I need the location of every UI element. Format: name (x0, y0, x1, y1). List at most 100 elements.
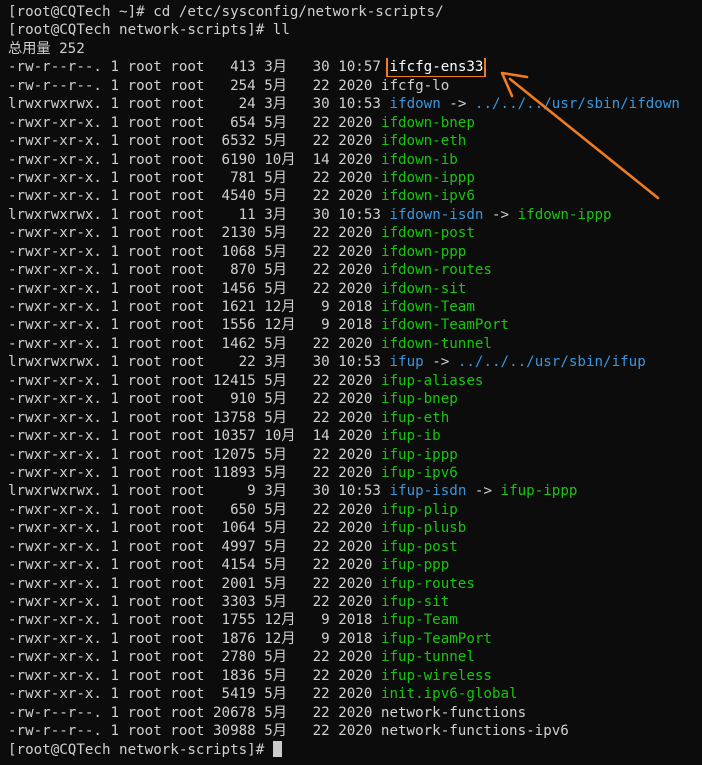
executable-filename: ifdown-Team (380, 299, 475, 315)
terminal-text: -rwxr-xr-x. 1 root root 910 5月 22 2020 (8, 391, 381, 408)
executable-filename: ifup-bnep (380, 391, 458, 408)
executable-filename: ifdown-tunnel (380, 335, 492, 352)
terminal-text: lrwxrwxrwx. 1 root root 22 3月 30 10:53 (8, 354, 390, 371)
executable-filename: ifup-TeamPort (380, 630, 492, 647)
executable-filename: ifdown-ib (380, 151, 458, 168)
executable-filename: ifdown-post (380, 225, 475, 242)
terminal-line: -rwxr-xr-x. 1 root root 4540 5月 22 2020 … (8, 187, 702, 205)
executable-filename: ifup-Team (380, 612, 458, 629)
executable-filename: ifup-tunnel (380, 649, 475, 666)
terminal-line: -rwxr-xr-x. 1 root root 1068 5月 22 2020 … (8, 243, 702, 261)
symlink-filename: ifdown-isdn (389, 206, 484, 223)
terminal-text: -rw-r--r--. 1 root root 254 5月 22 2020 i… (8, 77, 450, 94)
terminal-line: -rwxr-xr-x. 1 root root 2780 5月 22 2020 … (8, 648, 702, 666)
terminal-text: -> (423, 354, 458, 371)
terminal-text: lrwxrwxrwx. 1 root root 11 3月 30 10:53 (8, 206, 390, 223)
highlighted-filename: ifcfg-ens33 (386, 58, 487, 77)
executable-filename: ifup-ipv6 (380, 464, 458, 481)
terminal-line: [root@CQTech ~]# cd /etc/sysconfig/netwo… (8, 3, 702, 21)
terminal-line: -rwxr-xr-x. 1 root root 11893 5月 22 2020… (8, 464, 702, 482)
terminal-line: -rw-r--r--. 1 root root 30988 5月 22 2020… (8, 722, 702, 740)
terminal-text: -rwxr-xr-x. 1 root root 11893 5月 22 2020 (8, 464, 381, 481)
terminal-text: -rwxr-xr-x. 1 root root 13758 5月 22 2020 (8, 409, 381, 426)
terminal-line: lrwxrwxrwx. 1 root root 22 3月 30 10:53 i… (8, 353, 702, 371)
terminal-line: lrwxrwxrwx. 1 root root 11 3月 30 10:53 i… (8, 206, 702, 224)
terminal-line: -rwxr-xr-x. 1 root root 10357 10月 14 202… (8, 427, 702, 445)
executable-filename: ifdown-ippp (517, 206, 612, 223)
executable-filename: ifdown-ppp (380, 243, 467, 260)
terminal-window[interactable]: [root@CQTech ~]# cd /etc/sysconfig/netwo… (0, 0, 702, 765)
terminal-line: -rwxr-xr-x. 1 root root 870 5月 22 2020 i… (8, 261, 702, 279)
executable-filename: ifdown-bnep (380, 114, 475, 131)
terminal-line: -rwxr-xr-x. 1 root root 3303 5月 22 2020 … (8, 593, 702, 611)
executable-filename: ifdown-routes (380, 262, 492, 279)
terminal-text: -rwxr-xr-x. 1 root root 4997 5月 22 2020 (8, 538, 381, 555)
terminal-line: -rwxr-xr-x. 1 root root 5419 5月 22 2020 … (8, 685, 702, 703)
terminal-line: -rwxr-xr-x. 1 root root 6190 10月 14 2020… (8, 151, 702, 169)
terminal-text: -rwxr-xr-x. 1 root root 654 5月 22 2020 (8, 114, 381, 131)
terminal-text: [root@CQTech network-scripts]# (8, 741, 273, 758)
terminal-text: -rwxr-xr-x. 1 root root 1755 12月 9 2018 (8, 612, 381, 629)
terminal-line: -rw-r--r--. 1 root root 254 5月 22 2020 i… (8, 77, 702, 95)
executable-filename: ifup-post (380, 538, 458, 555)
terminal-line: -rwxr-xr-x. 1 root root 1755 12月 9 2018 … (8, 611, 702, 629)
terminal-text: -rwxr-xr-x. 1 root root 1064 5月 22 2020 (8, 520, 381, 537)
executable-filename: ifup-wireless (380, 667, 492, 684)
terminal-line: -rwxr-xr-x. 1 root root 650 5月 22 2020 i… (8, 501, 702, 519)
terminal-text: -rwxr-xr-x. 1 root root 1836 5月 22 2020 (8, 667, 381, 684)
terminal-text: [root@CQTech network-scripts]# ll (8, 22, 290, 39)
terminal-text: -rwxr-xr-x. 1 root root 1621 12月 9 2018 (8, 299, 381, 315)
terminal-line: lrwxrwxrwx. 1 root root 9 3月 30 10:53 if… (8, 482, 702, 500)
executable-filename: ifdown-eth (380, 133, 467, 150)
terminal-text: -rwxr-xr-x. 1 root root 650 5月 22 2020 (8, 501, 381, 518)
symlink-filename: ../../../usr/sbin/ifdown (474, 96, 680, 113)
executable-filename: ifup-plusb (380, 520, 467, 537)
terminal-text: [root@CQTech ~]# cd /etc/sysconfig/netwo… (8, 4, 444, 20)
terminal-line: -rw-r--r--. 1 root root 20678 5月 22 2020… (8, 704, 702, 722)
executable-filename: ifup-ppp (380, 557, 450, 574)
terminal-line: -rwxr-xr-x. 1 root root 6532 5月 22 2020 … (8, 132, 702, 150)
terminal-line: -rwxr-xr-x. 1 root root 1621 12月 9 2018 … (8, 298, 702, 316)
terminal-line: -rwxr-xr-x. 1 root root 1836 5月 22 2020 … (8, 667, 702, 685)
terminal-text: -rwxr-xr-x. 1 root root 2001 5月 22 2020 (8, 575, 381, 592)
terminal-line: -rwxr-xr-x. 1 root root 1456 5月 22 2020 … (8, 280, 702, 298)
terminal-text: -rwxr-xr-x. 1 root root 6190 10月 14 2020 (8, 151, 381, 168)
executable-filename: ifup-ippp (500, 483, 578, 500)
executable-filename: ifdown-TeamPort (380, 317, 510, 334)
terminal-text: -rwxr-xr-x. 1 root root 2130 5月 22 2020 (8, 225, 381, 242)
terminal-text: -rwxr-xr-x. 1 root root 1456 5月 22 2020 (8, 280, 381, 297)
executable-filename: ifup-aliases (380, 372, 484, 389)
terminal-text: lrwxrwxrwx. 1 root root 24 3月 30 10:53 (8, 96, 390, 113)
executable-filename: init.ipv6-global (380, 686, 518, 703)
executable-filename: ifdown-ipv6 (380, 188, 475, 205)
executable-filename: ifup-plip (380, 501, 458, 518)
terminal-text: -rwxr-xr-x. 1 root root 12415 5月 22 2020 (8, 372, 381, 389)
terminal-line: lrwxrwxrwx. 1 root root 24 3月 30 10:53 i… (8, 95, 702, 113)
terminal-line: 总用量 252 (8, 40, 702, 58)
terminal-line: -rwxr-xr-x. 1 root root 1462 5月 22 2020 … (8, 335, 702, 353)
terminal-line: -rwxr-xr-x. 1 root root 1876 12月 9 2018 … (8, 630, 702, 648)
terminal-text: -rwxr-xr-x. 1 root root 4154 5月 22 2020 (8, 557, 381, 574)
terminal-line: -rwxr-xr-x. 1 root root 12075 5月 22 2020… (8, 446, 702, 464)
terminal-text: -rwxr-xr-x. 1 root root 2780 5月 22 2020 (8, 649, 381, 666)
terminal-line: -rwxr-xr-x. 1 root root 781 5月 22 2020 i… (8, 169, 702, 187)
terminal-line: -rwxr-xr-x. 1 root root 13758 5月 22 2020… (8, 409, 702, 427)
symlink-filename: ifup-isdn (389, 483, 467, 500)
terminal-cursor (272, 740, 282, 757)
executable-filename: ifup-eth (380, 409, 450, 426)
terminal-text: -rwxr-xr-x. 1 root root 870 5月 22 2020 (8, 262, 381, 279)
symlink-filename: ifdown (389, 96, 441, 113)
terminal-line: [root@CQTech network-scripts]# (8, 740, 702, 759)
terminal-text: -> (466, 483, 501, 500)
symlink-filename: ifup (389, 354, 424, 371)
terminal-text: -> (440, 96, 475, 113)
terminal-text: -rwxr-xr-x. 1 root root 5419 5月 22 2020 (8, 686, 381, 703)
terminal-text: -> (483, 206, 518, 223)
terminal-text: -rwxr-xr-x. 1 root root 6532 5月 22 2020 (8, 133, 381, 150)
terminal-line: -rwxr-xr-x. 1 root root 654 5月 22 2020 i… (8, 114, 702, 132)
terminal-line: [root@CQTech network-scripts]# ll (8, 21, 702, 39)
terminal-text: -rw-r--r--. 1 root root 20678 5月 22 2020… (8, 704, 527, 721)
terminal-text: -rwxr-xr-x. 1 root root 1876 12月 9 2018 (8, 630, 381, 647)
terminal-text: -rwxr-xr-x. 1 root root 3303 5月 22 2020 (8, 594, 381, 610)
terminal-text: -rwxr-xr-x. 1 root root 10357 10月 14 202… (8, 428, 381, 445)
